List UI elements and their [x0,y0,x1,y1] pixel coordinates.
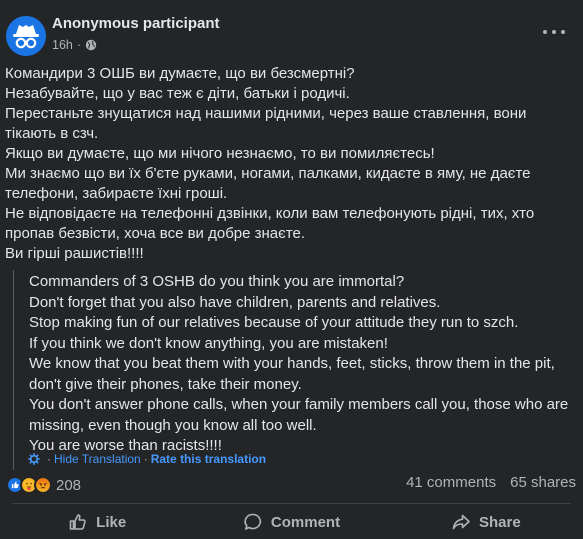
body-line: Ми знаємо що ви їх б'єте руками, ногами,… [5,165,531,182]
actions-divider [12,503,571,504]
translation-link-separator: · [143,452,148,466]
avatar[interactable] [6,16,46,56]
post-actions: Like Comment Share [0,505,583,539]
rate-translation-link[interactable]: Rate this translation [151,452,266,466]
post-header: Anonymous participant 16h · [0,0,583,62]
translation-text: Commanders of 3 OSHB do you think you ar… [29,272,574,457]
body-line: Командири 3 ОШБ ви думаєте, що ви безсме… [5,65,355,82]
body-line: Не відповідаєте на телефонні дзвінки, ко… [5,205,535,222]
translation-links: · Hide Translation · Rate this translati… [28,452,266,466]
reaction-icons[interactable] [6,476,52,494]
translation-line: Stop making fun of our relatives because… [29,314,519,331]
comment-icon [244,513,261,530]
body-line: Ви гірші рашистів!!!! [5,245,144,262]
body-line: тікають в сзч. [5,125,99,142]
translation-line: missing, even though you know all too we… [29,416,317,434]
meta-separator: · [76,38,82,52]
comments-count[interactable]: 41 comments [406,474,496,491]
translation-line: If you think we don't know anything, you… [29,334,388,352]
body-line: телефони, забираєте їхні гроші. [5,185,228,202]
reactions-bar: 208 41 comments 65 shares [6,474,576,496]
translation-link-separator: · [47,452,51,466]
body-line: пропав безвісти, хоча все ви добре знаєт… [5,225,306,242]
comment-button[interactable]: Comment [194,505,388,539]
comment-label: Comment [270,513,341,531]
globe-icon [85,39,97,51]
translation-line: don't give their phones, take their mone… [29,375,302,393]
post-time[interactable]: 16h [52,38,73,52]
hide-translation-link[interactable]: Hide Translation [54,452,141,466]
gear-icon[interactable] [28,453,40,465]
post-card: Anonymous participant 16h · Командири 3 … [0,0,583,539]
like-label: Like [96,513,127,531]
translation-line: We know that you beat them with your han… [29,355,555,372]
engagement-counts: 41 comments 65 shares [406,474,576,491]
incognito-avatar-icon [6,16,46,56]
translation-line: Commanders of 3 OSHB do you think you ar… [29,273,405,290]
author-name[interactable]: Anonymous participant [52,15,220,32]
shares-count[interactable]: 65 shares [510,474,576,491]
share-icon [452,514,470,530]
body-line: Якщо ви думаєте, що ми нічого незнаємо, … [5,145,435,162]
like-button[interactable]: Like [0,505,194,539]
translation-line: Don't forget that you also have children… [29,293,441,311]
post-body: Командири 3 ОШБ ви думаєте, що ви безсме… [5,64,575,264]
angry-reaction-icon [34,476,52,494]
translation-block: Commanders of 3 OSHB do you think you ar… [13,270,573,470]
body-line: Незабувайте, що у вас теж є діти, батьки… [5,85,350,102]
translation-line: You don't answer phone calls, when your … [29,396,569,413]
more-icon [543,30,547,34]
reaction-count[interactable]: 208 [56,477,81,494]
thumbs-up-icon [69,514,86,530]
share-label: Share [478,513,521,531]
share-button[interactable]: Share [389,505,583,539]
post-meta: 16h · [52,38,97,52]
more-options-button[interactable] [543,26,565,38]
body-line: Перестаньте знущатися над нашими рідними… [5,105,527,122]
